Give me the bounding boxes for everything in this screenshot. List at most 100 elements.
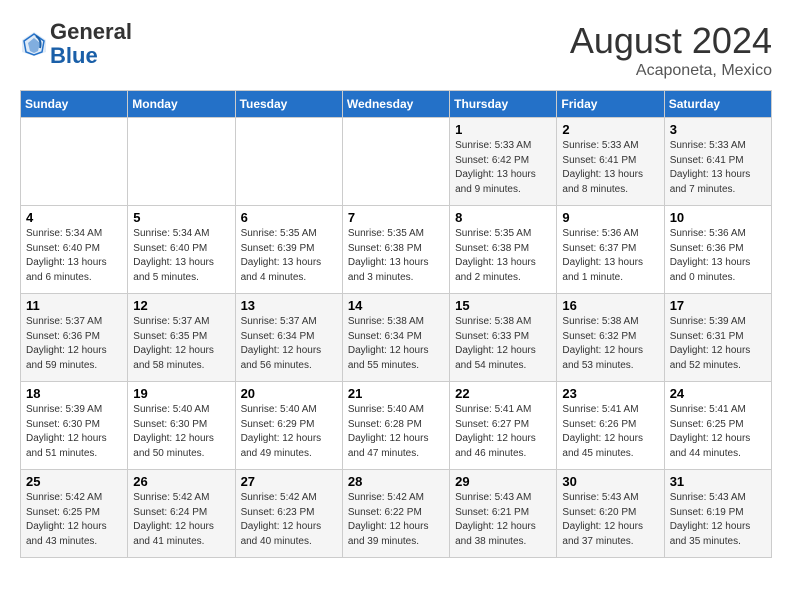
day-cell xyxy=(21,118,128,206)
day-cell: 6 Sunrise: 5:35 AM Sunset: 6:39 PM Daylig… xyxy=(235,206,342,294)
day-info: Sunrise: 5:36 AM Sunset: 6:37 PM Dayligh… xyxy=(562,227,658,285)
day-number: 11 xyxy=(26,298,122,313)
day-cell: 26Sunrise: 5:42 AM Sunset: 6:24 PM Dayli… xyxy=(128,470,235,558)
day-info: Sunrise: 5:40 AM Sunset: 6:28 PM Dayligh… xyxy=(348,403,444,461)
day-info: Sunrise: 5:43 AM Sunset: 6:21 PM Dayligh… xyxy=(455,491,551,549)
day-info: Sunrise: 5:36 AM Sunset: 6:36 PM Dayligh… xyxy=(670,227,766,285)
week-row-3: 11 Sunrise: 5:37 AM Sunset: 6:36 PM Dayli… xyxy=(21,294,772,382)
day-info: Sunrise: 5:33 AM Sunset: 6:41 PM Dayligh… xyxy=(670,139,766,197)
day-number: 28 xyxy=(348,474,444,489)
calendar-header-row: SundayMondayTuesdayWednesdayThursdayFrid… xyxy=(21,91,772,118)
day-number: 25 xyxy=(26,474,122,489)
title-block: August 2024 Acaponeta, Mexico xyxy=(570,20,772,80)
day-info: Sunrise: 5:37 AM Sunset: 6:36 PM Dayligh… xyxy=(26,315,122,373)
day-number: 14 xyxy=(348,298,444,313)
day-cell: 23 Sunrise: 5:41 AM Sunset: 6:26 PM Dayli… xyxy=(557,382,664,470)
day-info: Sunrise: 5:43 AM Sunset: 6:19 PM Dayligh… xyxy=(670,491,766,549)
day-cell: 12 Sunrise: 5:37 AM Sunset: 6:35 PM Dayli… xyxy=(128,294,235,382)
week-row-4: 18 Sunrise: 5:39 AM Sunset: 6:30 PM Dayli… xyxy=(21,382,772,470)
logo: General Blue xyxy=(20,20,132,68)
day-number: 7 xyxy=(348,210,444,225)
day-info: Sunrise: 5:41 AM Sunset: 6:25 PM Dayligh… xyxy=(670,403,766,461)
day-number: 23 xyxy=(562,386,658,401)
day-info: Sunrise: 5:42 AM Sunset: 6:22 PM Dayligh… xyxy=(348,491,444,549)
logo-general: General xyxy=(50,19,132,44)
day-cell: 28 Sunrise: 5:42 AM Sunset: 6:22 PM Dayli… xyxy=(342,470,449,558)
header-wednesday: Wednesday xyxy=(342,91,449,118)
day-cell: 21 Sunrise: 5:40 AM Sunset: 6:28 PM Dayli… xyxy=(342,382,449,470)
day-number: 31 xyxy=(670,474,766,489)
day-info: Sunrise: 5:33 AM Sunset: 6:42 PM Dayligh… xyxy=(455,139,551,197)
day-number: 17 xyxy=(670,298,766,313)
day-info: Sunrise: 5:35 AM Sunset: 6:39 PM Dayligh… xyxy=(241,227,337,285)
day-cell: 13 Sunrise: 5:37 AM Sunset: 6:34 PM Dayli… xyxy=(235,294,342,382)
header-monday: Monday xyxy=(128,91,235,118)
day-info: Sunrise: 5:41 AM Sunset: 6:26 PM Dayligh… xyxy=(562,403,658,461)
day-number: 20 xyxy=(241,386,337,401)
day-info: Sunrise: 5:38 AM Sunset: 6:32 PM Dayligh… xyxy=(562,315,658,373)
day-cell: 16 Sunrise: 5:38 AM Sunset: 6:32 PM Dayli… xyxy=(557,294,664,382)
day-info: Sunrise: 5:34 AM Sunset: 6:40 PM Dayligh… xyxy=(133,227,229,285)
day-info: Sunrise: 5:43 AM Sunset: 6:20 PM Dayligh… xyxy=(562,491,658,549)
day-info: Sunrise: 5:40 AM Sunset: 6:29 PM Dayligh… xyxy=(241,403,337,461)
calendar-table: SundayMondayTuesdayWednesdayThursdayFrid… xyxy=(20,90,772,558)
day-cell: 31 Sunrise: 5:43 AM Sunset: 6:19 PM Dayli… xyxy=(664,470,771,558)
day-info: Sunrise: 5:42 AM Sunset: 6:23 PM Dayligh… xyxy=(241,491,337,549)
day-info: Sunrise: 5:37 AM Sunset: 6:34 PM Dayligh… xyxy=(241,315,337,373)
day-info: Sunrise: 5:42 AM Sunset: 6:25 PM Dayligh… xyxy=(26,491,122,549)
day-cell: 29 Sunrise: 5:43 AM Sunset: 6:21 PM Dayli… xyxy=(450,470,557,558)
month-year: August 2024 xyxy=(570,20,772,62)
day-cell: 15Sunrise: 5:38 AM Sunset: 6:33 PM Dayli… xyxy=(450,294,557,382)
day-cell: 17Sunrise: 5:39 AM Sunset: 6:31 PM Dayli… xyxy=(664,294,771,382)
header-sunday: Sunday xyxy=(21,91,128,118)
day-number: 19 xyxy=(133,386,229,401)
day-cell: 8Sunrise: 5:35 AM Sunset: 6:38 PM Daylig… xyxy=(450,206,557,294)
location: Acaponeta, Mexico xyxy=(570,62,772,80)
day-number: 5 xyxy=(133,210,229,225)
day-number: 3 xyxy=(670,122,766,137)
day-cell: 4 Sunrise: 5:34 AM Sunset: 6:40 PM Daylig… xyxy=(21,206,128,294)
week-row-2: 4 Sunrise: 5:34 AM Sunset: 6:40 PM Daylig… xyxy=(21,206,772,294)
day-cell: 19 Sunrise: 5:40 AM Sunset: 6:30 PM Dayli… xyxy=(128,382,235,470)
day-cell: 11 Sunrise: 5:37 AM Sunset: 6:36 PM Dayli… xyxy=(21,294,128,382)
day-number: 21 xyxy=(348,386,444,401)
day-info: Sunrise: 5:38 AM Sunset: 6:33 PM Dayligh… xyxy=(455,315,551,373)
day-info: Sunrise: 5:40 AM Sunset: 6:30 PM Dayligh… xyxy=(133,403,229,461)
day-number: 16 xyxy=(562,298,658,313)
day-cell xyxy=(342,118,449,206)
header-friday: Friday xyxy=(557,91,664,118)
day-number: 9 xyxy=(562,210,658,225)
day-cell: 9 Sunrise: 5:36 AM Sunset: 6:37 PM Daylig… xyxy=(557,206,664,294)
day-info: Sunrise: 5:33 AM Sunset: 6:41 PM Dayligh… xyxy=(562,139,658,197)
logo-icon xyxy=(20,30,48,58)
day-info: Sunrise: 5:35 AM Sunset: 6:38 PM Dayligh… xyxy=(455,227,551,285)
day-cell: 27Sunrise: 5:42 AM Sunset: 6:23 PM Dayli… xyxy=(235,470,342,558)
day-cell: 20 Sunrise: 5:40 AM Sunset: 6:29 PM Dayli… xyxy=(235,382,342,470)
day-info: Sunrise: 5:42 AM Sunset: 6:24 PM Dayligh… xyxy=(133,491,229,549)
day-cell: 14Sunrise: 5:38 AM Sunset: 6:34 PM Dayli… xyxy=(342,294,449,382)
day-number: 10 xyxy=(670,210,766,225)
day-info: Sunrise: 5:37 AM Sunset: 6:35 PM Dayligh… xyxy=(133,315,229,373)
day-number: 2 xyxy=(562,122,658,137)
day-cell: 1Sunrise: 5:33 AM Sunset: 6:42 PM Daylig… xyxy=(450,118,557,206)
day-info: Sunrise: 5:41 AM Sunset: 6:27 PM Dayligh… xyxy=(455,403,551,461)
day-cell: 30Sunrise: 5:43 AM Sunset: 6:20 PM Dayli… xyxy=(557,470,664,558)
day-cell: 3 Sunrise: 5:33 AM Sunset: 6:41 PM Daylig… xyxy=(664,118,771,206)
page-header: General Blue August 2024 Acaponeta, Mexi… xyxy=(20,20,772,80)
header-tuesday: Tuesday xyxy=(235,91,342,118)
day-number: 18 xyxy=(26,386,122,401)
day-info: Sunrise: 5:35 AM Sunset: 6:38 PM Dayligh… xyxy=(348,227,444,285)
day-number: 24 xyxy=(670,386,766,401)
day-number: 12 xyxy=(133,298,229,313)
day-number: 4 xyxy=(26,210,122,225)
day-cell: 22 Sunrise: 5:41 AM Sunset: 6:27 PM Dayli… xyxy=(450,382,557,470)
header-saturday: Saturday xyxy=(664,91,771,118)
day-info: Sunrise: 5:39 AM Sunset: 6:30 PM Dayligh… xyxy=(26,403,122,461)
day-number: 29 xyxy=(455,474,551,489)
day-number: 13 xyxy=(241,298,337,313)
day-number: 22 xyxy=(455,386,551,401)
day-number: 6 xyxy=(241,210,337,225)
day-info: Sunrise: 5:34 AM Sunset: 6:40 PM Dayligh… xyxy=(26,227,122,285)
week-row-1: 1Sunrise: 5:33 AM Sunset: 6:42 PM Daylig… xyxy=(21,118,772,206)
header-thursday: Thursday xyxy=(450,91,557,118)
